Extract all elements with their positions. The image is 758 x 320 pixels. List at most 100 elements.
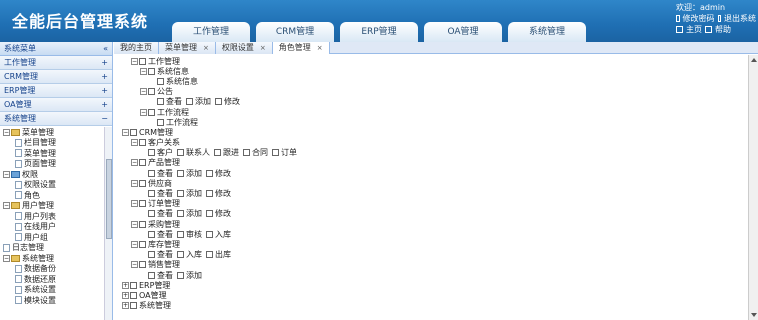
expander-icon[interactable]: − xyxy=(3,128,10,136)
permission-checkbox[interactable] xyxy=(177,169,184,177)
expander-icon[interactable]: − xyxy=(131,57,138,65)
scroll-thumb[interactable] xyxy=(106,159,112,239)
permission-checkbox[interactable] xyxy=(139,139,146,147)
permission-checkbox[interactable] xyxy=(130,281,137,289)
expander-icon[interactable]: + xyxy=(122,291,129,299)
permission-checkbox[interactable] xyxy=(177,251,184,259)
content-tab[interactable]: 角色管理 × xyxy=(272,42,330,54)
permission-checkbox[interactable] xyxy=(139,220,146,228)
sidebar-tree-item[interactable]: 菜单管理 xyxy=(0,148,104,159)
permission-checkbox[interactable] xyxy=(148,271,155,279)
permission-checkbox[interactable] xyxy=(157,98,164,106)
sidebar-tree-item[interactable]: − 权限 xyxy=(0,169,104,180)
help-link[interactable]: 帮助 xyxy=(715,24,731,35)
expand-icon[interactable]: + xyxy=(101,86,108,95)
panel-oa[interactable]: OA管理 + xyxy=(0,98,112,112)
sidebar-tree-item[interactable]: 数据还原 xyxy=(0,274,104,285)
permission-checkbox[interactable] xyxy=(148,88,155,96)
permission-checkbox[interactable] xyxy=(139,200,146,208)
permission-checkbox[interactable] xyxy=(148,108,155,116)
expander-icon[interactable]: + xyxy=(122,281,129,289)
panel-work[interactable]: 工作管理 + xyxy=(0,56,112,70)
permission-checkbox[interactable] xyxy=(206,210,213,218)
permission-checkbox[interactable] xyxy=(177,210,184,218)
sidebar-tree-item[interactable]: 日志管理 xyxy=(0,243,104,254)
home-link[interactable]: 主页 xyxy=(686,24,702,35)
tab-oa[interactable]: OA管理 xyxy=(424,22,502,42)
sidebar-tree-item[interactable]: 用户列表 xyxy=(0,211,104,222)
permission-checkbox[interactable] xyxy=(206,169,213,177)
expander-icon[interactable]: − xyxy=(3,202,10,210)
tab-work[interactable]: 工作管理 xyxy=(172,22,250,42)
content-tab[interactable]: 我的主页 xyxy=(114,42,159,54)
expander-icon[interactable]: − xyxy=(3,170,10,178)
panel-system[interactable]: 系统管理 − xyxy=(0,112,112,126)
permission-checkbox[interactable] xyxy=(157,118,164,126)
permission-checkbox[interactable] xyxy=(148,169,155,177)
permission-checkbox[interactable] xyxy=(139,159,146,167)
permission-checkbox[interactable] xyxy=(139,261,146,269)
expander-icon[interactable]: − xyxy=(131,261,138,269)
main-scrollbar[interactable] xyxy=(748,55,758,320)
panel-crm[interactable]: CRM管理 + xyxy=(0,70,112,84)
permission-checkbox[interactable] xyxy=(177,271,184,279)
tab-system[interactable]: 系统管理 xyxy=(508,22,586,42)
sidebar-tree-item[interactable]: 栏目管理 xyxy=(0,138,104,149)
close-icon[interactable]: × xyxy=(317,42,323,54)
permission-checkbox[interactable] xyxy=(177,230,184,238)
permission-checkbox[interactable] xyxy=(148,210,155,218)
permission-checkbox[interactable] xyxy=(148,230,155,238)
sidebar-tree-item[interactable]: 角色 xyxy=(0,190,104,201)
content-tab[interactable]: 权限设置 × xyxy=(215,42,273,54)
permission-checkbox[interactable] xyxy=(139,57,146,65)
expander-icon[interactable]: − xyxy=(131,220,138,228)
tab-erp[interactable]: ERP管理 xyxy=(340,22,418,42)
sidebar-tree-item[interactable]: 用户组 xyxy=(0,232,104,243)
permission-checkbox[interactable] xyxy=(272,149,279,157)
expander-icon[interactable]: − xyxy=(131,179,138,187)
sidebar-tree-item[interactable]: 系统设置 xyxy=(0,285,104,296)
expander-icon[interactable]: − xyxy=(131,200,138,208)
expander-icon[interactable]: − xyxy=(140,67,147,75)
permission-checkbox[interactable] xyxy=(148,190,155,198)
expander-icon[interactable]: − xyxy=(131,240,138,248)
sidebar-tree-item[interactable]: − 系统管理 xyxy=(0,253,104,264)
content-tab[interactable]: 菜单管理 × xyxy=(159,42,216,54)
permission-checkbox[interactable] xyxy=(139,240,146,248)
scroll-down-icon[interactable] xyxy=(751,313,757,317)
expand-icon[interactable]: + xyxy=(101,100,108,109)
logout-link[interactable]: 退出系统 xyxy=(724,13,756,24)
expander-icon[interactable]: − xyxy=(3,254,10,262)
permission-checkbox[interactable] xyxy=(215,98,222,106)
permission-checkbox[interactable] xyxy=(148,149,155,157)
sidebar-tree-item[interactable]: 模块设置 xyxy=(0,295,104,306)
expand-icon[interactable]: + xyxy=(101,72,108,81)
permission-checkbox[interactable] xyxy=(157,77,164,85)
sidebar-tree-item[interactable]: 页面管理 xyxy=(0,159,104,170)
expander-icon[interactable]: − xyxy=(131,139,138,147)
sidebar-tree-item[interactable]: 数据备份 xyxy=(0,264,104,275)
sidebar-tree-item[interactable]: − 用户管理 xyxy=(0,201,104,212)
expander-icon[interactable]: − xyxy=(122,128,129,136)
permission-checkbox[interactable] xyxy=(206,230,213,238)
scroll-up-icon[interactable] xyxy=(751,58,757,62)
permission-checkbox[interactable] xyxy=(214,149,221,157)
sidebar-tree-item[interactable]: − 菜单管理 xyxy=(0,127,104,138)
permission-checkbox[interactable] xyxy=(148,67,155,75)
permission-checkbox[interactable] xyxy=(148,251,155,259)
expander-icon[interactable]: + xyxy=(122,302,129,310)
close-icon[interactable]: × xyxy=(203,42,209,54)
permission-checkbox[interactable] xyxy=(177,190,184,198)
permission-checkbox[interactable] xyxy=(177,149,184,157)
close-icon[interactable]: × xyxy=(260,42,266,54)
permission-checkbox[interactable] xyxy=(206,251,213,259)
change-password-link[interactable]: 修改密码 xyxy=(683,13,715,24)
permission-checkbox[interactable] xyxy=(130,291,137,299)
panel-erp[interactable]: ERP管理 + xyxy=(0,84,112,98)
collapse-icon[interactable]: « xyxy=(103,44,108,53)
permission-checkbox[interactable] xyxy=(186,98,193,106)
sidebar-tree-item[interactable]: 权限设置 xyxy=(0,180,104,191)
expander-icon[interactable]: − xyxy=(140,88,147,96)
tab-crm[interactable]: CRM管理 xyxy=(256,22,334,42)
expander-icon[interactable]: − xyxy=(140,108,147,116)
